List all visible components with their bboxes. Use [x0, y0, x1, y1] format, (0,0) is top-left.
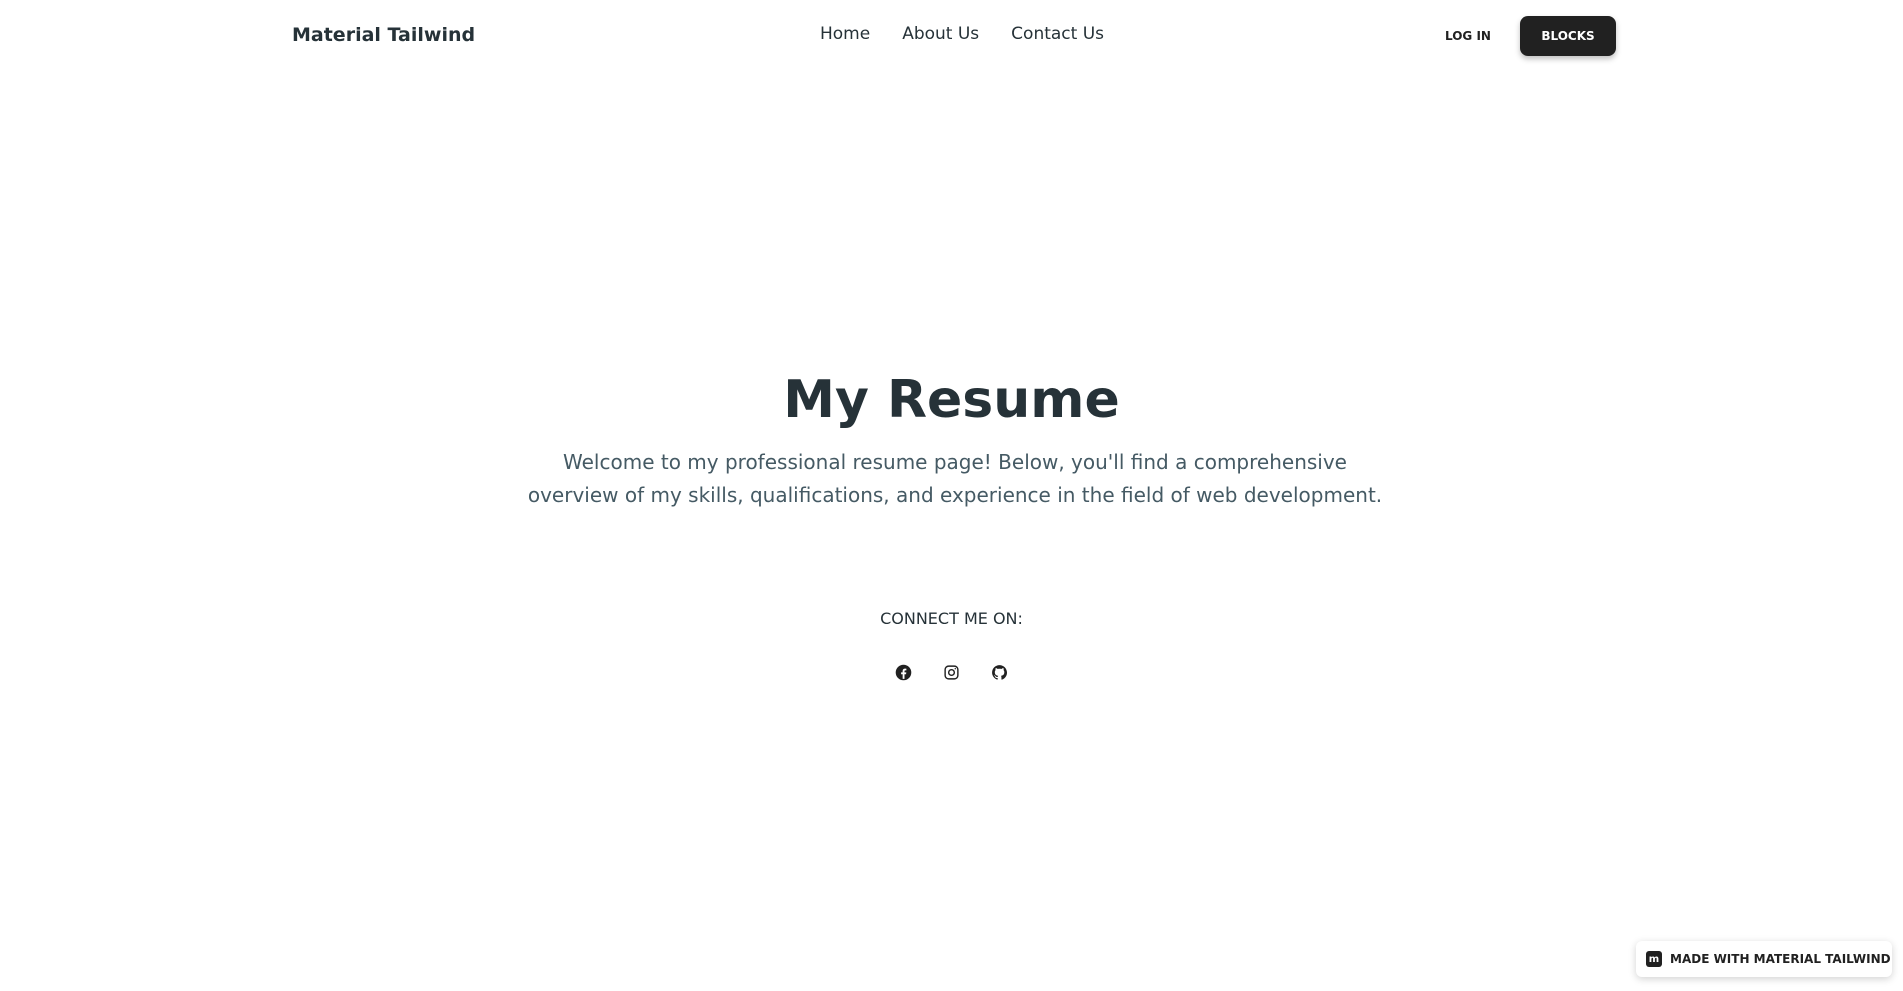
- hero-description: Welcome to my professional resume page! …: [527, 450, 1383, 507]
- facebook-icon: [895, 664, 912, 680]
- badge-label: MADE WITH MATERIAL TAILWIND: [1670, 952, 1891, 966]
- nav-link-home[interactable]: Home: [820, 24, 870, 44]
- login-button[interactable]: LOG IN: [1420, 16, 1516, 56]
- connect-label: CONNECT ME ON:: [880, 609, 1023, 628]
- instagram-icon: [944, 664, 959, 680]
- nav-link-contact-us[interactable]: Contact Us: [1011, 24, 1104, 44]
- social-links: [0, 656, 1903, 688]
- blocks-button[interactable]: BLOCKS: [1520, 16, 1616, 56]
- nav-links: Home About Us Contact Us: [820, 24, 1104, 44]
- nav-link-about-us[interactable]: About Us: [902, 24, 979, 44]
- github-button[interactable]: [984, 656, 1016, 688]
- instagram-button[interactable]: [936, 656, 968, 688]
- navbar: Material Tailwind Home About Us Contact …: [0, 0, 1903, 72]
- made-with-badge[interactable]: m MADE WITH MATERIAL TAILWIND: [1636, 941, 1892, 977]
- facebook-button[interactable]: [888, 656, 920, 688]
- material-tailwind-logo-icon: m: [1646, 951, 1662, 967]
- page-title: My Resume: [783, 370, 1120, 430]
- brand-logo[interactable]: Material Tailwind: [292, 24, 475, 46]
- github-icon: [992, 664, 1008, 680]
